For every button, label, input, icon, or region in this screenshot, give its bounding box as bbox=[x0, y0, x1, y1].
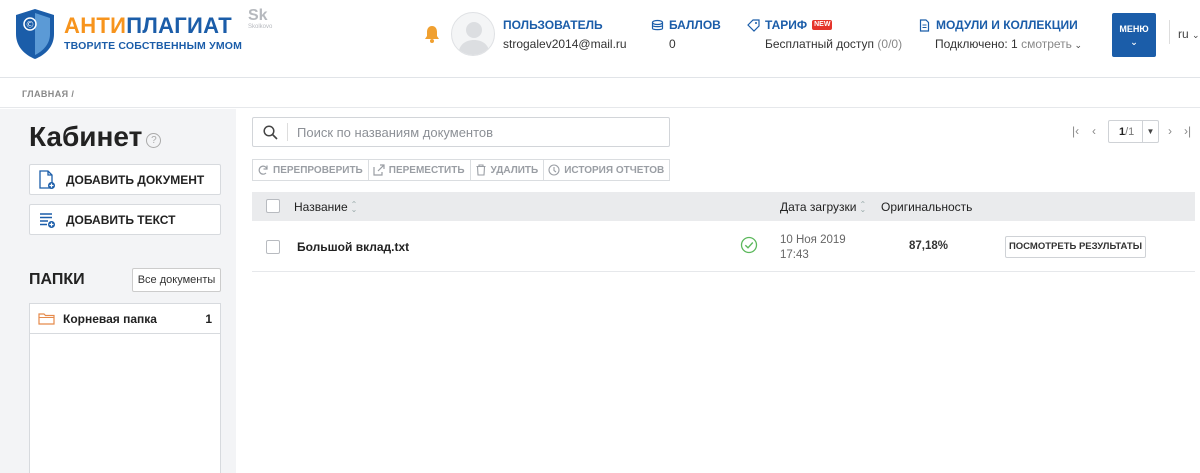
report-history-button[interactable]: ИСТОРИЯ ОТЧЕТОВ bbox=[543, 159, 671, 181]
recheck-button[interactable]: ПЕРЕПРОВЕРИТЬ bbox=[252, 159, 368, 181]
user-email: strogalev2014@mail.ru bbox=[503, 37, 627, 51]
column-date-header[interactable]: Дата загрузки ⌃ ⌄ bbox=[780, 200, 866, 214]
sidebar: Кабинет ? ДОБАВИТЬ ДОКУМЕНТ ДОБАВИТЬ ТЕК… bbox=[0, 109, 236, 473]
select-all-checkbox[interactable] bbox=[266, 199, 280, 213]
skolkovo-text: Skolkovo bbox=[248, 24, 273, 30]
shield-logo-icon[interactable]: © bbox=[14, 8, 56, 60]
folder-item[interactable]: Корневая папка 1 bbox=[30, 304, 220, 334]
upload-date: 10 Ноя 2019 17:43 bbox=[780, 234, 846, 261]
page-select[interactable]: 1/1 ▼ bbox=[1108, 120, 1159, 143]
chevron-down-icon[interactable]: ⌄ bbox=[1072, 40, 1082, 50]
tariff-value: Бесплатный доступ (0/0) bbox=[765, 37, 903, 51]
modules-view-link[interactable]: смотреть bbox=[1021, 37, 1072, 51]
svg-text:©: © bbox=[26, 21, 35, 31]
brand-name: АНТИПЛАГИАТ bbox=[64, 13, 232, 38]
search-box bbox=[252, 117, 670, 147]
language-divider bbox=[1169, 20, 1170, 44]
balance-label: БАЛЛОВ bbox=[651, 18, 721, 32]
column-name-header[interactable]: Название ⌃ ⌄ bbox=[294, 200, 357, 214]
action-toolbar: ПЕРЕПРОВЕРИТЬ ПЕРЕМЕСТИТЬ УДАЛИТЬ ИСТОРИ… bbox=[252, 159, 671, 181]
modules-label: МОДУЛИ И КОЛЛЕКЦИИ bbox=[918, 18, 1082, 32]
balance-value: 0 bbox=[669, 37, 676, 51]
sort-icon: ⌃ ⌄ bbox=[350, 200, 358, 214]
view-results-button[interactable]: ПОСМОТРЕТЬ РЕЗУЛЬТАТЫ bbox=[1005, 236, 1146, 258]
originality-value: 87,18% bbox=[909, 240, 949, 252]
last-page-icon[interactable]: ›| bbox=[1184, 124, 1191, 138]
breadcrumb: ГЛАВНАЯ / bbox=[0, 79, 1200, 108]
coins-icon bbox=[651, 19, 664, 30]
skolkovo-mark: Sk bbox=[248, 7, 268, 24]
folders-title: ПАПКИ bbox=[29, 271, 85, 288]
balance-block[interactable]: БАЛЛОВ 0 bbox=[651, 18, 721, 51]
folder-name: Корневая папка bbox=[63, 311, 157, 326]
search-input[interactable] bbox=[297, 122, 657, 142]
skolkovo-logo: Sk Skolkovo bbox=[248, 7, 276, 31]
brand-tagline: ТВОРИТЕ СОБСТВЕННЫМ УМОМ bbox=[64, 40, 243, 52]
trash-icon bbox=[476, 164, 486, 176]
page-title: Кабинет ? bbox=[29, 121, 162, 153]
first-page-icon[interactable]: |‹ bbox=[1072, 124, 1079, 138]
brand[interactable]: АНТИПЛАГИАТ ТВОРИТЕ СОБСТВЕННЫМ УМОМ bbox=[64, 13, 243, 53]
user-label: ПОЛЬЗОВАТЕЛЬ bbox=[503, 18, 603, 32]
table-row[interactable]: Большой вклад.txt 10 Ноя 2019 17:43 87,1… bbox=[252, 222, 1195, 272]
bell-icon[interactable] bbox=[424, 25, 440, 43]
refresh-icon bbox=[258, 165, 268, 175]
document-icon bbox=[919, 18, 930, 32]
next-page-icon[interactable]: › bbox=[1168, 124, 1172, 138]
search-divider bbox=[287, 123, 288, 141]
document-name[interactable]: Большой вклад.txt bbox=[297, 240, 409, 254]
add-document-button[interactable]: ДОБАВИТЬ ДОКУМЕНТ bbox=[29, 164, 221, 195]
folder-list: Корневая папка 1 bbox=[29, 303, 221, 473]
sort-icon: ⌃ ⌄ bbox=[859, 200, 867, 214]
new-badge: NEW bbox=[812, 20, 833, 30]
all-documents-button[interactable]: Все документы bbox=[132, 268, 221, 292]
chevron-down-icon: ⌄ bbox=[1130, 37, 1138, 47]
add-document-icon bbox=[39, 169, 55, 189]
help-icon[interactable]: ? bbox=[146, 132, 162, 148]
check-circle-icon bbox=[740, 236, 758, 254]
menu-button[interactable]: МЕНЮ ⌄ bbox=[1112, 13, 1156, 57]
prev-page-icon[interactable]: ‹ bbox=[1092, 124, 1096, 138]
tariff-label: ТАРИФ NEW bbox=[747, 18, 902, 32]
add-text-button[interactable]: ДОБАВИТЬ ТЕКСТ bbox=[29, 204, 221, 235]
table-header: Название ⌃ ⌄ Дата загрузки ⌃ ⌄ Оригинально… bbox=[252, 192, 1195, 221]
search-icon[interactable] bbox=[263, 125, 278, 140]
history-icon bbox=[548, 164, 560, 176]
language-select[interactable]: ru ⌄ bbox=[1178, 27, 1200, 41]
breadcrumb-home[interactable]: ГЛАВНАЯ / bbox=[22, 89, 74, 99]
chevron-down-icon: ⌄ bbox=[1192, 30, 1200, 40]
top-header: © АНТИПЛАГИАТ ТВОРИТЕ СОБСТВЕННЫМ УМОМ S… bbox=[0, 0, 1200, 78]
column-originality-header: Оригинальность bbox=[881, 200, 973, 214]
tariff-block[interactable]: ТАРИФ NEW Бесплатный доступ (0/0) bbox=[747, 18, 902, 51]
user-silhouette-icon bbox=[458, 22, 490, 55]
add-text-icon bbox=[40, 212, 55, 228]
avatar[interactable] bbox=[451, 12, 495, 56]
chevron-down-icon: ▼ bbox=[1142, 121, 1158, 142]
folder-icon bbox=[38, 313, 55, 325]
modules-value: Подключено: 1 смотреть ⌄ bbox=[935, 37, 1082, 51]
folder-count: 1 bbox=[205, 311, 212, 326]
tag-icon bbox=[747, 18, 760, 32]
user-block[interactable]: ПОЛЬЗОВАТЕЛЬ strogalev2014@mail.ru bbox=[503, 18, 627, 51]
row-checkbox[interactable] bbox=[266, 240, 280, 254]
modules-block[interactable]: МОДУЛИ И КОЛЛЕКЦИИ Подключено: 1 смотрет… bbox=[918, 18, 1082, 51]
delete-button[interactable]: УДАЛИТЬ bbox=[469, 159, 544, 181]
move-icon bbox=[373, 164, 385, 176]
move-button[interactable]: ПЕРЕМЕСТИТЬ bbox=[367, 159, 470, 181]
